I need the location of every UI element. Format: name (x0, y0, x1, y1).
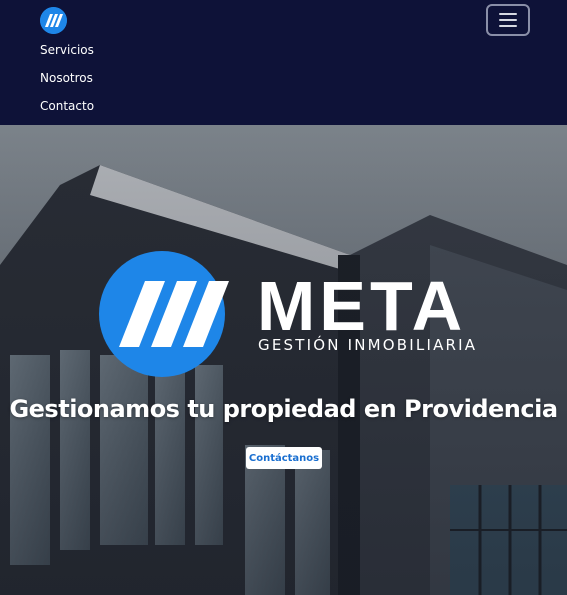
hamburger-icon-bar (499, 19, 517, 21)
nav-item-servicios: Servicios (40, 39, 94, 67)
nav-link-nosotros[interactable]: Nosotros (40, 71, 93, 85)
navbar: Servicios Nosotros Contacto (0, 0, 567, 125)
hamburger-icon-bar (499, 13, 517, 15)
nav-links: Servicios Nosotros Contacto (40, 39, 94, 123)
contact-cta-button[interactable]: Contáctanos (246, 447, 322, 469)
brand-wordmark: META (257, 267, 466, 345)
meta-brand-logo: META GESTIÓN INMOBILIARIA (99, 251, 477, 377)
nav-item-nosotros: Nosotros (40, 67, 94, 95)
menu-toggle-button[interactable] (486, 4, 530, 36)
hamburger-icon-bar (499, 25, 517, 27)
brand-tagline: GESTIÓN INMOBILIARIA (258, 335, 477, 354)
nav-link-contacto[interactable]: Contacto (40, 99, 94, 113)
meta-logo-icon[interactable] (40, 7, 67, 34)
nav-link-servicios[interactable]: Servicios (40, 43, 94, 57)
hero-section: META GESTIÓN INMOBILIARIA Gestionamos tu… (0, 125, 567, 595)
hero-heading: Gestionamos tu propiedad en Providencia (9, 395, 558, 423)
nav-item-contacto: Contacto (40, 95, 94, 123)
